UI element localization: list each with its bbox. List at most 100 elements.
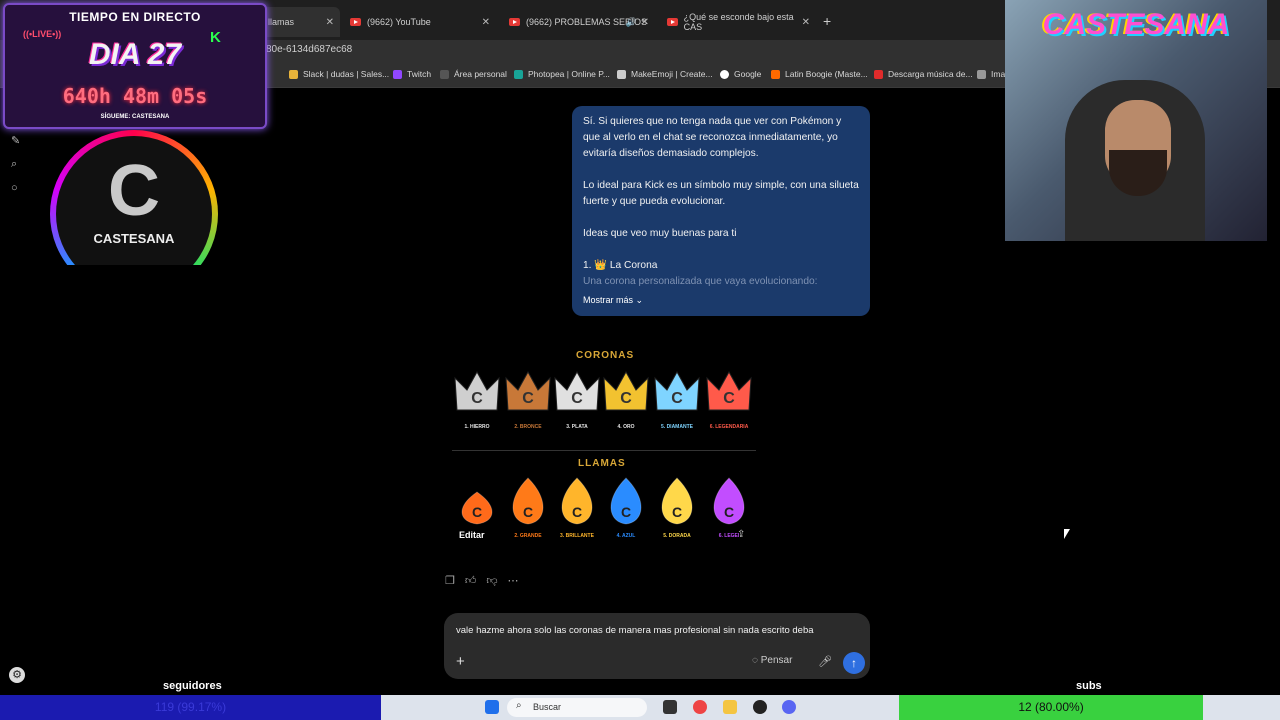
share-icon[interactable]: ⇪ — [737, 529, 745, 540]
screen: { "browser": { "tabs": [ {"title": "llam… — [0, 0, 1280, 720]
live-timer-overlay: TIEMPO EN DIRECTO ((•LIVE•)) K DIA 27 64… — [3, 3, 267, 129]
crown-letter: C — [471, 390, 483, 407]
crowns-row: C 1. HIERRO C 2. BRONCE C 3. PLATA C 4. ORO C 5. … — [454, 370, 752, 430]
flame-label: 3. BRILLANTE — [560, 533, 595, 539]
crown-item: C 3. PLATA — [554, 370, 600, 430]
crown-label: 4. ORO — [618, 424, 635, 430]
tab-close-icon[interactable]: ✕ — [641, 17, 649, 28]
copy-icon[interactable]: ❐ — [445, 574, 455, 587]
bookmark-descarga-musica[interactable]: Descarga música de... — [874, 69, 973, 79]
soundcloud-icon — [771, 69, 780, 79]
windows-start-icon[interactable] — [485, 700, 499, 714]
youtube-icon — [509, 18, 520, 26]
day-counter: DIA 27 — [88, 38, 182, 71]
youtube-icon — [667, 18, 678, 26]
flame-item: C 4. AZUL — [610, 477, 642, 539]
crown-letter: C — [723, 390, 735, 407]
flame-item: C 2. GRANDE — [512, 477, 544, 539]
send-button[interactable]: ↑ — [843, 652, 865, 674]
followers-bar: 119 (99.17%) — [0, 695, 381, 720]
flame-letter: C — [724, 504, 734, 520]
chat-bubble-icon[interactable]: ○ — [11, 182, 18, 194]
more-options-icon[interactable]: ⋯ — [508, 574, 519, 587]
youtube-icon — [350, 18, 361, 26]
speaker-icon[interactable]: 🔊 — [626, 17, 637, 28]
chrome-icon[interactable] — [693, 700, 707, 714]
bookmark-slack[interactable]: Slack | dudas | Sales... — [289, 69, 389, 79]
new-chat-icon[interactable]: ✎ — [11, 134, 20, 147]
flame-letter: C — [472, 504, 482, 520]
search-icon: ⌕ — [516, 700, 522, 711]
chat-input-box[interactable]: vale hazme ahora solo las coronas de man… — [444, 613, 870, 679]
subs-label: subs — [1076, 680, 1102, 692]
folder-icon[interactable] — [723, 700, 737, 714]
flames-title: LLAMAS — [578, 458, 626, 469]
tab-active[interactable]: llamas ✕ — [262, 7, 340, 37]
photopea-icon — [514, 69, 523, 79]
mouse-cursor — [1064, 529, 1070, 539]
discord-icon[interactable] — [782, 700, 796, 714]
crown-letter: C — [671, 390, 683, 407]
crown-item: C 4. ORO — [603, 370, 649, 430]
obs-icon[interactable] — [753, 700, 767, 714]
flame-letter: C — [621, 504, 631, 520]
crown-label: 3. PLATA — [566, 424, 588, 430]
webcam-overlay: CASTESANA — [1005, 0, 1267, 241]
search-icon[interactable]: ⌕ — [11, 158, 17, 171]
tab-youtube[interactable]: (9662) YouTube ✕ — [344, 9, 496, 35]
user-message-bubble: Sí. Si quieres que no tenga nada que ver… — [572, 106, 870, 316]
tab-castillo[interactable]: ¿Qué se esconde bajo esta CAS ✕ — [661, 9, 816, 35]
google-icon — [720, 69, 729, 79]
slack-icon — [289, 69, 298, 79]
crown-item: C 1. HIERRO — [454, 370, 500, 430]
image-icon — [977, 69, 986, 79]
thumbs-up-icon[interactable]: 👍︎ — [465, 574, 477, 587]
crown-label: 1. HIERRO — [464, 424, 489, 430]
taskbar-search[interactable]: ⌕ Buscar — [507, 698, 647, 717]
bookmark-makeemoji[interactable]: MakeEmoji | Create... — [617, 69, 713, 79]
microphone-icon[interactable]: 🎤︎ — [818, 655, 832, 668]
flame-item: C 3. BRILLANTE — [560, 477, 595, 539]
tab-close-icon[interactable]: ✕ — [802, 17, 810, 28]
bookmark-latin-boogie[interactable]: Latin Boogie (Maste... — [771, 69, 868, 79]
crown-label: 6. LEGENDARIA — [710, 424, 749, 430]
flame-label: 2. GRANDE — [514, 533, 542, 539]
bookmark-photopea[interactable]: Photopea | Online P... — [514, 69, 610, 79]
crown-item: C 5. DIAMANTE — [654, 370, 700, 430]
crown-letter: C — [522, 390, 534, 407]
message-fade-text: Una corona personalizada que vaya evoluc… — [583, 276, 818, 287]
chat-input-text[interactable]: vale hazme ahora solo las coronas de man… — [456, 625, 814, 636]
crown-label: 5. DIAMANTE — [661, 424, 694, 430]
new-tab-icon[interactable]: + — [823, 13, 831, 29]
live-title: TIEMPO EN DIRECTO — [69, 10, 201, 24]
show-more-button[interactable]: Mostrar más ⌄ — [583, 295, 643, 306]
tab-close-icon[interactable]: ✕ — [326, 17, 334, 28]
crown-letter: C — [571, 390, 583, 407]
bulb-icon: ◌ — [752, 655, 758, 666]
logo-c-icon: C — [108, 151, 160, 231]
makeemoji-icon — [617, 69, 626, 79]
edit-button[interactable]: Editar — [459, 530, 485, 540]
bookmark-area-personal[interactable]: Área personal — [440, 69, 507, 79]
message-actions: ❐ 👍︎ 👎︎ ⋯ — [445, 574, 519, 587]
follow-text: SÍGUEME: CASTESANA — [100, 114, 170, 120]
flame-letter: C — [523, 504, 533, 520]
tab-close-icon[interactable]: ✕ — [482, 17, 490, 28]
message-paragraph: 1. 👑 La Corona — [583, 260, 658, 271]
flame-item: C — [461, 491, 493, 525]
crown-label: 2. BRONCE — [514, 424, 542, 430]
bookmark-google[interactable]: Google — [720, 69, 761, 79]
message-paragraph: Lo ideal para Kick es un símbolo muy sim… — [583, 180, 859, 207]
plus-icon[interactable]: + — [456, 653, 465, 670]
bookmark-twitch[interactable]: Twitch — [393, 69, 431, 79]
followers-label: seguidores — [163, 680, 222, 692]
settings-icon[interactable]: ⚙ — [9, 667, 25, 683]
subs-bar: 12 (80.00%) — [899, 695, 1203, 720]
thumbs-down-icon[interactable]: 👎︎ — [486, 574, 497, 587]
tab-problemas-serios[interactable]: (9662) PROBLEMAS SERIOS 🔊 ✕ — [503, 9, 655, 35]
think-button[interactable]: ◌ Pensar — [752, 655, 792, 666]
message-paragraph: Ideas que veo muy buenas para ti — [583, 228, 737, 239]
task-view-icon[interactable] — [663, 700, 677, 714]
url-text[interactable]: 80e-6134d687ec68 — [266, 44, 352, 55]
music-icon — [874, 69, 883, 79]
